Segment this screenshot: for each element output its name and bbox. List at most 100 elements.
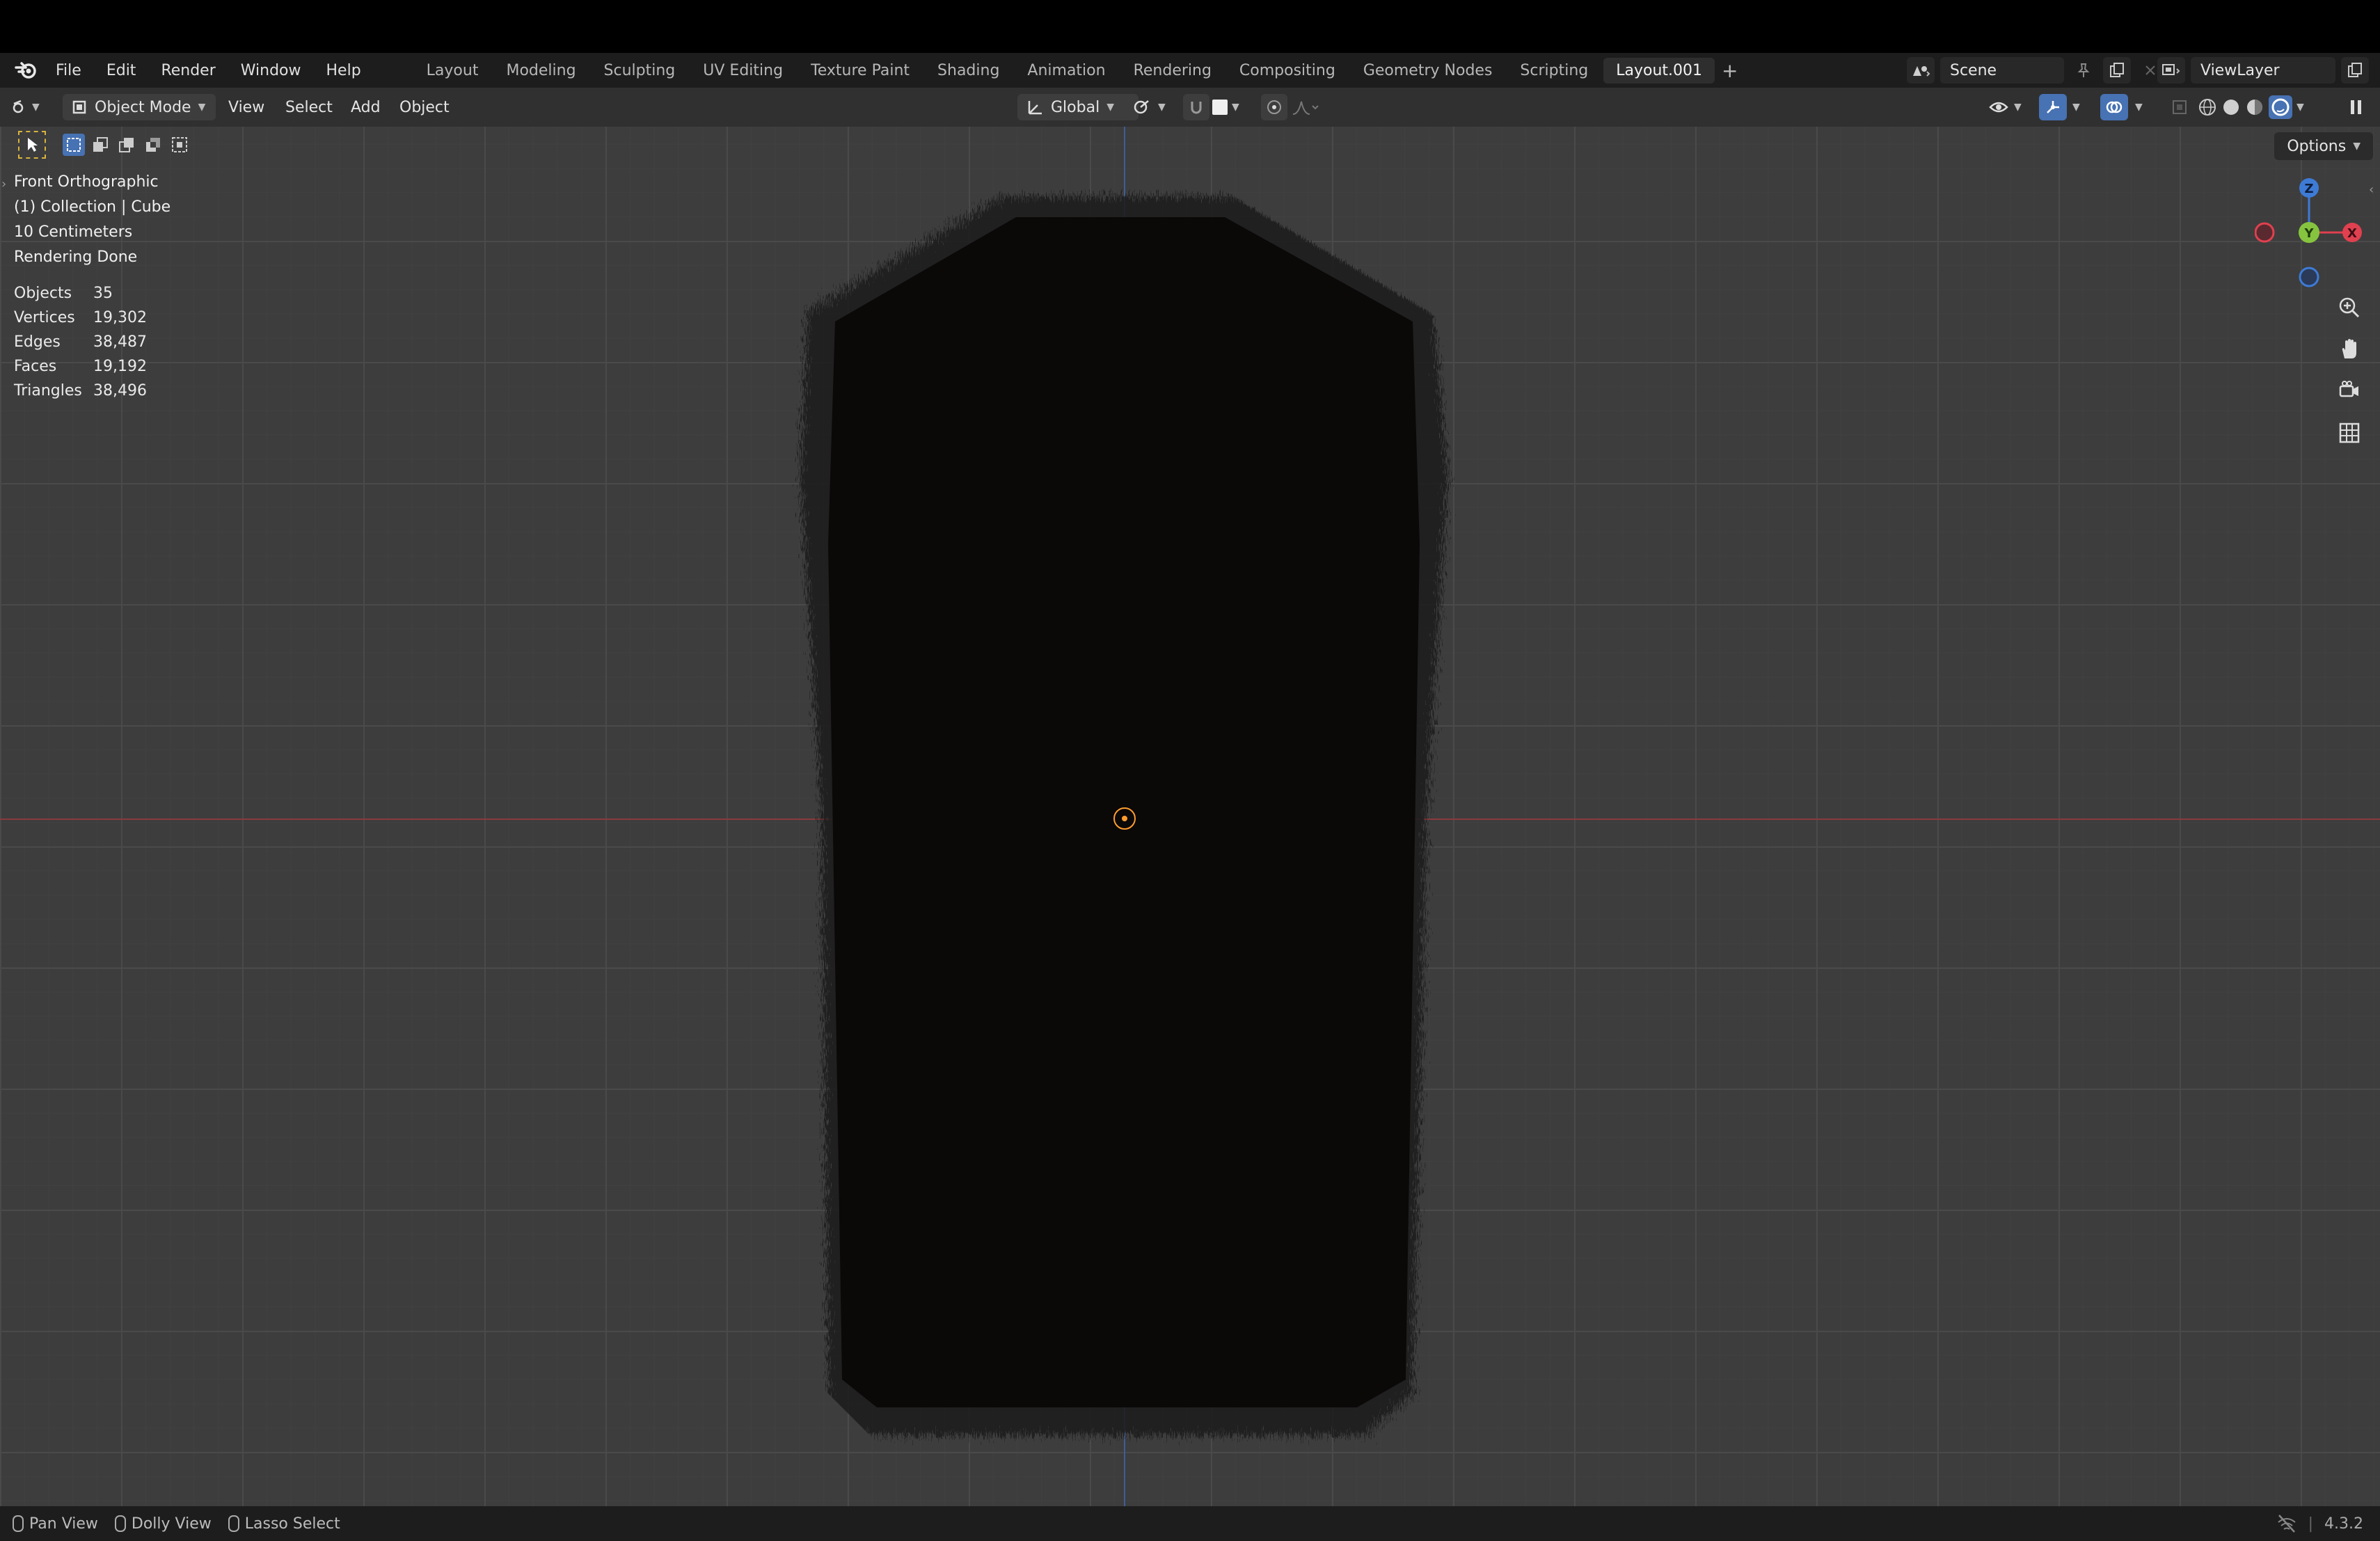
zoom-button[interactable] bbox=[2333, 291, 2366, 324]
view-layer-selector: ViewLayer bbox=[2157, 57, 2380, 84]
tab-layout[interactable]: Layout bbox=[414, 58, 491, 84]
snap-toggle[interactable] bbox=[1183, 94, 1209, 120]
new-scene-icon[interactable] bbox=[2103, 57, 2131, 84]
hand-icon bbox=[2342, 339, 2356, 358]
menu-object[interactable]: Object bbox=[399, 94, 450, 120]
delete-view-layer-icon[interactable] bbox=[2374, 57, 2380, 84]
add-workspace-button[interactable]: + bbox=[1722, 59, 1738, 82]
view-layer-field[interactable]: ViewLayer bbox=[2191, 57, 2335, 84]
transform-orientation-dropdown[interactable]: Global ▼ bbox=[1017, 94, 1139, 120]
wireframe-shading-icon[interactable] bbox=[2198, 97, 2217, 117]
3d-viewport[interactable]: Front Orthographic (1) Collection | Cube… bbox=[0, 127, 2380, 1506]
ortho-toggle-button[interactable] bbox=[2333, 416, 2366, 450]
tab-rendering[interactable]: Rendering bbox=[1121, 58, 1224, 84]
material-shading-icon[interactable] bbox=[2245, 97, 2264, 117]
tab-modeling[interactable]: Modeling bbox=[493, 58, 588, 84]
menu-window[interactable]: Window bbox=[241, 62, 301, 79]
gizmo-x-label: X bbox=[2347, 226, 2357, 241]
tab-layout-001[interactable]: Layout.001 bbox=[1603, 57, 1715, 84]
select-extend-icon[interactable] bbox=[89, 134, 111, 156]
stat-row-objects: Objects 35 bbox=[14, 285, 113, 302]
menu-help[interactable]: Help bbox=[326, 62, 361, 79]
snap-target-button[interactable]: ▼ bbox=[1212, 94, 1239, 120]
pin-icon[interactable] bbox=[2070, 57, 2097, 84]
zoom-icon bbox=[2339, 297, 2360, 318]
tab-compositing[interactable]: Compositing bbox=[1227, 58, 1348, 84]
rendered-shading-button[interactable] bbox=[2269, 95, 2292, 119]
tab-sculpting[interactable]: Sculpting bbox=[592, 58, 688, 84]
gizmo-toggle[interactable] bbox=[2039, 94, 2067, 120]
solid-shading-icon[interactable] bbox=[2221, 97, 2241, 117]
mode-dropdown[interactable]: Object Mode ▼ bbox=[63, 94, 216, 120]
select-difference-icon[interactable] bbox=[142, 134, 164, 156]
orientation-icon bbox=[1028, 101, 1042, 115]
overlays-toggle[interactable] bbox=[2100, 94, 2128, 120]
menu-select[interactable]: Select bbox=[285, 94, 333, 120]
select-new-icon[interactable] bbox=[63, 134, 85, 156]
falloff-button[interactable] bbox=[1292, 94, 1319, 120]
select-subtract-icon[interactable] bbox=[116, 134, 138, 156]
tab-scripting[interactable]: Scripting bbox=[1507, 58, 1601, 84]
visibility-button[interactable]: ▼ bbox=[1989, 94, 2022, 120]
options-button[interactable]: Options ▼ bbox=[2274, 132, 2373, 160]
scene-name: Scene bbox=[1950, 61, 1997, 79]
gizmo-dropdown-caret[interactable]: ▼ bbox=[2072, 94, 2080, 120]
tab-uv-editing[interactable]: UV Editing bbox=[690, 58, 795, 84]
stat-row-triangles: Triangles 38,496 bbox=[14, 382, 147, 400]
toolbar-toggle-icon[interactable]: › bbox=[1, 177, 6, 191]
gizmo-neg-z-icon bbox=[2299, 267, 2319, 287]
view-layer-name: ViewLayer bbox=[2200, 61, 2280, 79]
tab-animation[interactable]: Animation bbox=[1015, 58, 1118, 84]
pan-button[interactable] bbox=[2333, 333, 2366, 366]
menu-render[interactable]: Render bbox=[161, 62, 215, 79]
menu-add[interactable]: Add bbox=[351, 94, 381, 120]
overlays-icon bbox=[2106, 101, 2123, 113]
menu-edit[interactable]: Edit bbox=[106, 62, 136, 79]
mode-label: Object Mode bbox=[95, 98, 191, 116]
stat-row-vertices: Vertices 19,302 bbox=[14, 309, 147, 326]
options-label: Options bbox=[2287, 137, 2347, 155]
tab-shading[interactable]: Shading bbox=[925, 58, 1012, 84]
pivot-point-button[interactable]: ▼ bbox=[1133, 94, 1166, 120]
gizmo-neg-x-icon bbox=[2255, 222, 2275, 243]
camera-view-button[interactable] bbox=[2333, 374, 2366, 408]
rendered-shading-icon bbox=[2271, 98, 2290, 116]
mouse-wheel-icon bbox=[114, 1515, 126, 1532]
menu-view[interactable]: View bbox=[228, 94, 264, 120]
editor-type-button[interactable]: ▼ bbox=[11, 94, 40, 120]
blender-logo-icon[interactable] bbox=[13, 60, 40, 81]
stat-row-faces: Faces 19,192 bbox=[14, 358, 147, 375]
scene-field[interactable]: Scene bbox=[1940, 57, 2064, 84]
gizmo-icon bbox=[2047, 101, 2059, 113]
xray-toggle[interactable] bbox=[2167, 94, 2192, 120]
navigation-gizmo[interactable]: Z X Y bbox=[2255, 174, 2366, 292]
render-status-label: Rendering Done bbox=[14, 248, 138, 266]
network-disabled-icon bbox=[2277, 1515, 2296, 1533]
select-intersect-icon[interactable] bbox=[168, 134, 191, 156]
select-tool-icon[interactable] bbox=[18, 131, 46, 159]
gizmo-z-label: Z bbox=[2304, 182, 2313, 196]
pivot-icon bbox=[1134, 100, 1149, 114]
grid-scale-label: 10 Centimeters bbox=[14, 223, 133, 241]
overlays-dropdown-caret[interactable]: ▼ bbox=[2135, 94, 2143, 120]
tab-geometry-nodes[interactable]: Geometry Nodes bbox=[1351, 58, 1505, 84]
proportional-edit-toggle[interactable] bbox=[1261, 94, 1287, 120]
object-origin-icon bbox=[1113, 807, 1136, 830]
proportional-edit-icon bbox=[1267, 100, 1281, 114]
menu-file[interactable]: File bbox=[56, 62, 81, 79]
mouse-right-icon bbox=[228, 1515, 239, 1532]
new-view-layer-icon[interactable] bbox=[2341, 57, 2369, 84]
pause-render-button[interactable] bbox=[2344, 94, 2369, 120]
sidebar-toggle-icon[interactable]: ‹ bbox=[2369, 182, 2374, 197]
falloff-icon bbox=[1292, 101, 1319, 115]
status-bar: Pan View Dolly View Lasso Select | 4.3.2 bbox=[0, 1506, 2380, 1541]
snap-increment-icon bbox=[1212, 100, 1228, 115]
shading-dropdown-caret[interactable]: ▼ bbox=[2296, 102, 2304, 113]
stat-row-edges: Edges 38,487 bbox=[14, 333, 147, 351]
scene-icon[interactable] bbox=[1907, 57, 1935, 84]
tab-texture-paint[interactable]: Texture Paint bbox=[798, 58, 922, 84]
mouse-middle-icon bbox=[13, 1515, 24, 1532]
workspace-tabs: Layout Modeling Sculpting UV Editing Tex… bbox=[414, 57, 1738, 84]
view-layer-icon[interactable] bbox=[2157, 57, 2185, 84]
furry-cube-object[interactable] bbox=[0, 127, 2380, 1506]
